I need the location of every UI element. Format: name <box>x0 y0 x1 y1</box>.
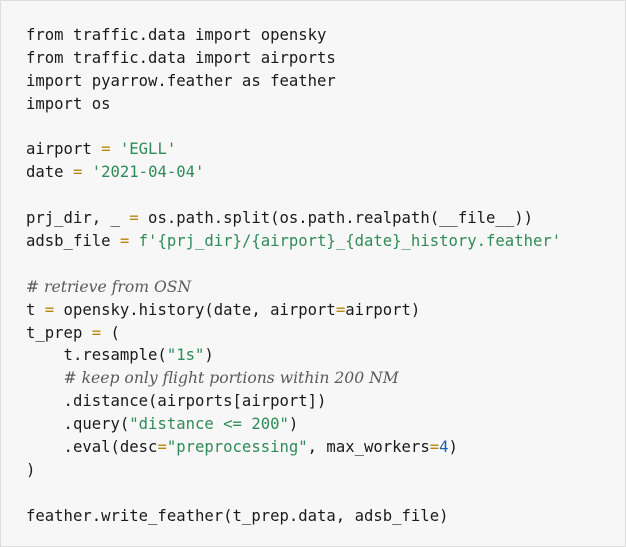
code-token: from traffic.data import opensky <box>26 26 327 44</box>
code-token: 4 <box>439 438 449 457</box>
code-token: ) <box>448 438 458 457</box>
code-token: = <box>44 300 55 319</box>
code-token: date <box>26 163 73 182</box>
code-line: date = '2021-04-04' <box>26 161 561 184</box>
code-line: # keep only flight portions within 200 N… <box>26 367 561 390</box>
code-token: t.resample( <box>26 346 167 365</box>
code-token: opensky.history(date, airport <box>54 300 336 319</box>
code-line: t_prep = ( <box>26 322 561 345</box>
code-token: = <box>157 438 167 457</box>
code-line: import os <box>26 93 561 116</box>
code-token: ) <box>288 415 299 434</box>
code-line: prj_dir, _ = os.path.split(os.path.realp… <box>26 207 561 230</box>
code-token: "distance <= 200" <box>129 415 289 434</box>
code-token: .eval(desc <box>26 438 158 457</box>
code-line: t.resample("1s") <box>26 344 561 367</box>
code-token: t <box>26 300 45 319</box>
code-line: # retrieve from OSN <box>26 276 561 299</box>
code-token: airport) <box>345 300 421 319</box>
code-line: import pyarrow.feather as feather <box>26 70 561 93</box>
code-token: = <box>335 300 346 319</box>
code-token: prj_dir, _ <box>26 209 130 228</box>
code-token: t_prep <box>26 323 92 342</box>
code-line: .eval(desc="preprocessing", max_workers=… <box>26 436 561 459</box>
code-line: .query("distance <= 200") <box>26 413 561 436</box>
code-token: import pyarrow.feather as feather <box>26 71 336 90</box>
code-token: feather.write_feather(t_prep.data, adsb_… <box>26 506 449 525</box>
code-token: '2021-04-04' <box>91 163 205 182</box>
code-listing: from traffic.data import opensky from tra… <box>26 24 561 528</box>
code-token: , max_workers <box>307 438 430 457</box>
code-line: adsb_file = f'{prj_dir}/{airport}_{date}… <box>26 230 561 253</box>
code-line: feather.write_feather(t_prep.data, adsb_… <box>26 505 561 528</box>
code-token: airport <box>26 140 102 159</box>
code-token: = <box>119 232 130 251</box>
code-token: 'EGLL' <box>119 140 177 159</box>
code-token: import os <box>26 94 111 113</box>
code-token: = <box>72 163 83 182</box>
code-token: from traffic.data import airports <box>26 48 336 67</box>
code-token: adsb_file <box>26 232 120 251</box>
code-token: f'{prj_dir}/{airport}_{date}_history.fea… <box>129 232 562 251</box>
code-block: from traffic.data import opensky from tra… <box>0 0 626 547</box>
code-token: "1s" <box>166 346 205 365</box>
code-token: = <box>101 140 111 159</box>
code-comment: # keep only flight portions within 200 N… <box>63 369 399 388</box>
code-line: .distance(airports[airport]) <box>26 390 561 413</box>
code-token: ) <box>204 346 214 365</box>
code-token: os.path.split(os.path.realpath(__file__)… <box>138 209 533 228</box>
code-line: ) <box>26 459 561 482</box>
code-token: "preprocessing" <box>166 438 308 457</box>
code-line: from traffic.data import opensky <box>26 24 561 47</box>
code-token: = <box>91 323 102 342</box>
code-line: from traffic.data import airports <box>26 47 561 70</box>
code-line: t = opensky.history(date, airport=airpor… <box>26 299 561 322</box>
code-line: airport = 'EGLL' <box>26 138 561 161</box>
code-token: = <box>129 209 139 228</box>
code-token: .query( <box>26 415 130 434</box>
code-token: ( <box>101 323 120 342</box>
code-comment: # retrieve from OSN <box>26 277 192 296</box>
code-token: = <box>429 438 440 457</box>
code-token: ) <box>26 460 36 479</box>
code-token: .distance(airports[airport]) <box>26 392 327 411</box>
